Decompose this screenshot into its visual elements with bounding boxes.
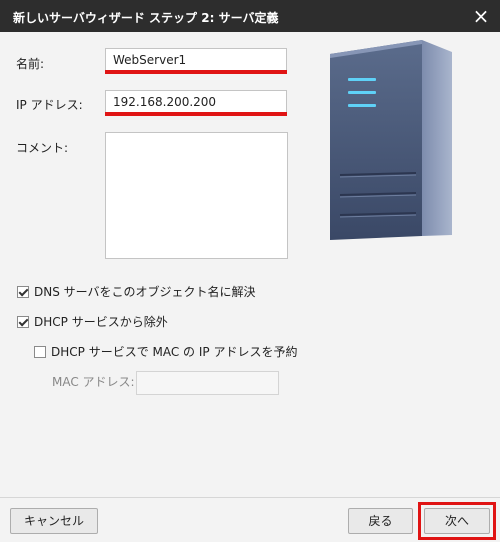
window-title: 新しいサーバウィザード ステップ 2: サーバ定義 [13,11,279,25]
footer-divider [0,497,500,498]
mac-address-field[interactable] [136,371,279,395]
server-icon [330,40,452,240]
title-bar: 新しいサーバウィザード ステップ 2: サーバ定義 × [0,0,500,32]
comment-label: コメント: [16,141,69,155]
dhcp-reserve-checkbox[interactable] [34,345,46,358]
name-field[interactable] [105,48,287,72]
dhcp-reserve-label: DHCP サービスで MAC の IP アドレスを予約 [51,345,298,359]
wizard-window: 新しいサーバウィザード ステップ 2: サーバ定義 × 名前: IP アドレス:… [0,0,500,542]
next-highlight-box [418,502,496,540]
checkmark-icon[interactable] [17,315,29,328]
comment-textarea[interactable] [105,132,288,259]
mac-address-label: MAC アドレス: [52,375,135,389]
dhcp-exclude-option[interactable]: DHCP サービスから除外 [17,313,168,330]
dns-resolve-label: DNS サーバをこのオブジェクト名に解決 [34,285,256,299]
name-highlight-underline [105,70,287,74]
ip-address-label: IP アドレス: [16,98,83,112]
dns-resolve-option[interactable]: DNS サーバをこのオブジェクト名に解決 [17,283,256,300]
dhcp-exclude-label: DHCP サービスから除外 [34,315,168,329]
ip-highlight-underline [105,112,287,116]
cancel-button[interactable]: キャンセル [10,508,98,534]
ip-address-field[interactable] [105,90,287,114]
name-label: 名前: [16,57,45,71]
back-button[interactable]: 戻る [348,508,413,534]
dhcp-reserve-option[interactable]: DHCP サービスで MAC の IP アドレスを予約 [34,343,297,360]
checkmark-icon[interactable] [17,285,29,298]
close-icon[interactable]: × [462,0,500,32]
